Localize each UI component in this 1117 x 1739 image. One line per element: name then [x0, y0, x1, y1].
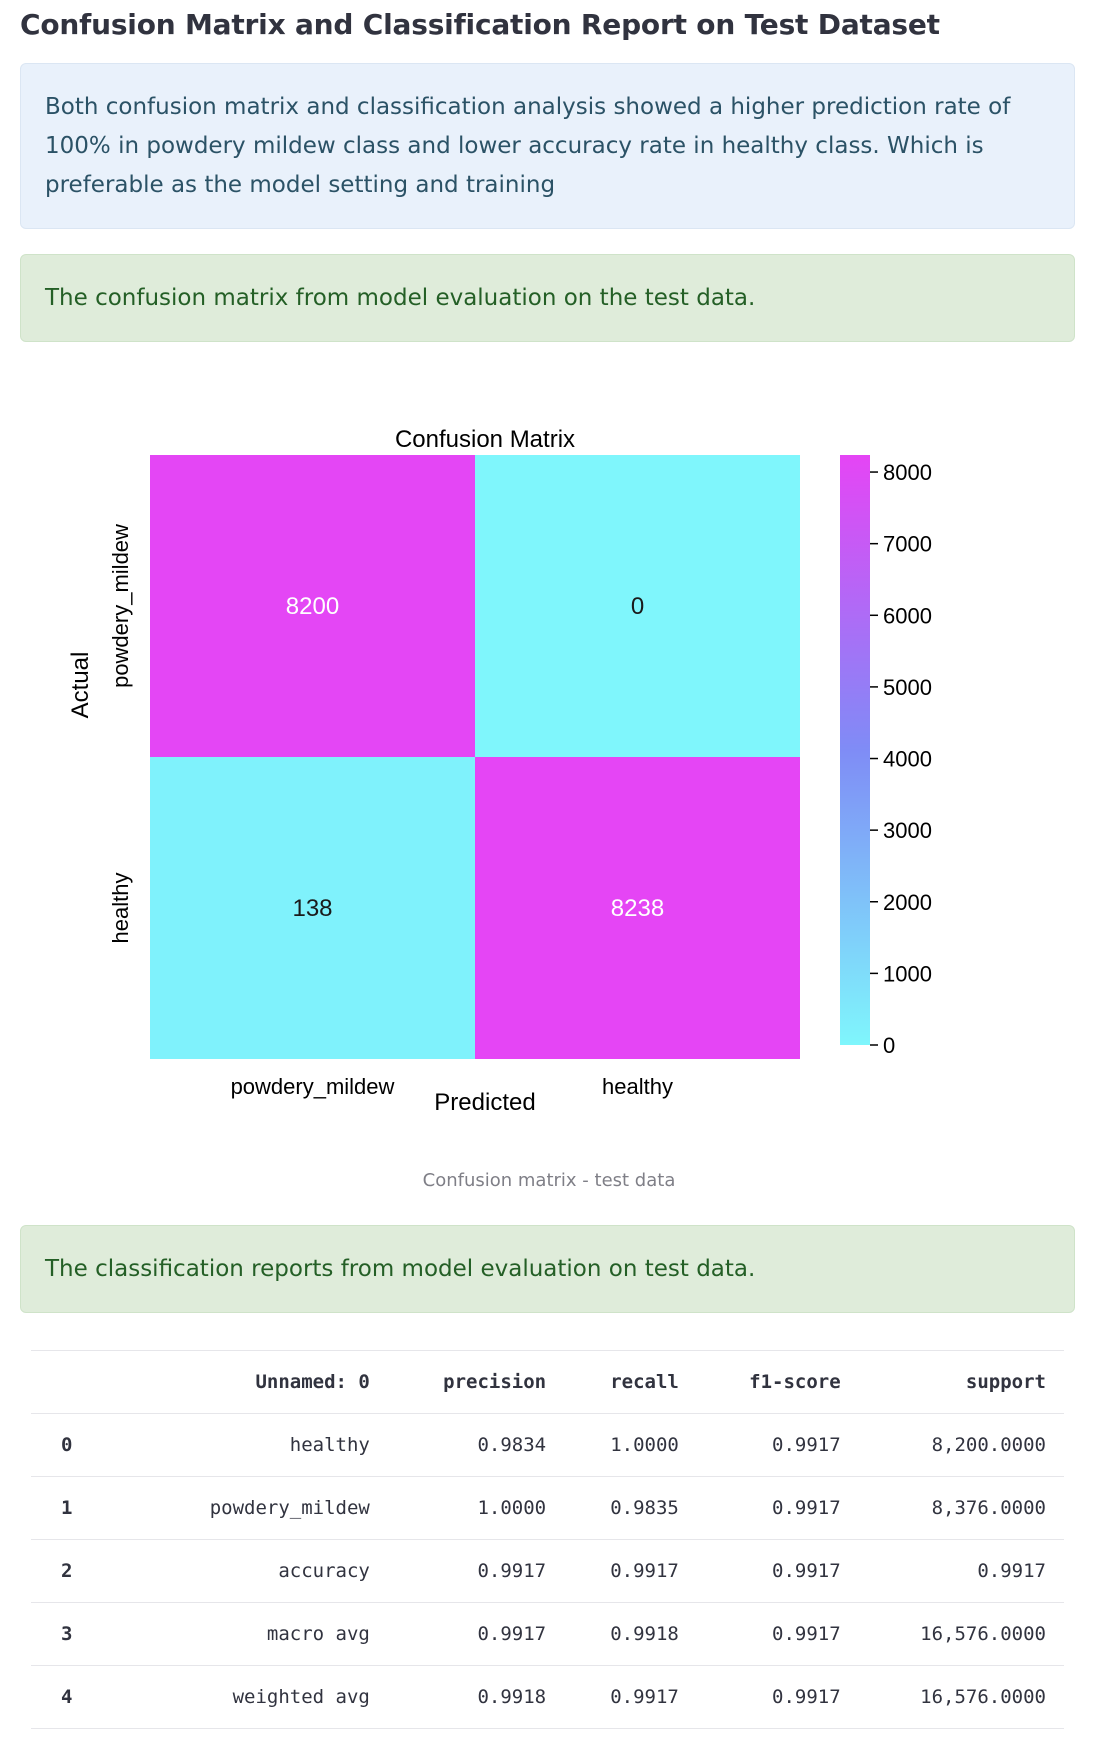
row-index: 2: [31, 1539, 139, 1603]
y-tick-label: powdery_mildew: [108, 524, 133, 688]
cell-value-label: 0: [631, 593, 644, 620]
colorbar-tick-label: 5000: [883, 675, 932, 700]
table-header-row: Unnamed: 0 precision recall f1-score sup…: [31, 1350, 1064, 1414]
table-cell: 0.9835: [564, 1476, 697, 1540]
colorbar-tick-label: 1000: [883, 961, 932, 986]
colorbar: [840, 455, 870, 1045]
table-cell: 16,576.0000: [858, 1602, 1064, 1666]
table-cell: 16,576.0000: [858, 1665, 1064, 1729]
table-cell: 0.9917: [564, 1539, 697, 1603]
table-cell: 8,376.0000: [858, 1476, 1064, 1540]
table-cell: 1.0000: [387, 1476, 565, 1540]
heatmap-cells: 8200 0 138 8238: [150, 455, 800, 1059]
y-tick-label: healthy: [108, 873, 133, 944]
table-cell: 0.9917: [696, 1476, 859, 1540]
classification-report-table: Unnamed: 0 precision recall f1-score sup…: [31, 1350, 1064, 1729]
row-index: 3: [31, 1602, 139, 1666]
row-index: 4: [31, 1665, 139, 1729]
table-row: 0 healthy 0.9834 1.0000 0.9917 8,200.000…: [31, 1413, 1064, 1477]
column-header: f1-score: [696, 1350, 859, 1414]
y-axis-label: Actual: [67, 652, 94, 719]
cell-value-label: 138: [292, 895, 332, 922]
table-cell: healthy: [139, 1413, 388, 1477]
table-cell: 0.9917: [387, 1539, 565, 1603]
table-row: 3 macro avg 0.9917 0.9918 0.9917 16,576.…: [31, 1602, 1064, 1666]
info-alert-text: Both confusion matrix and classification…: [45, 94, 1011, 198]
table-cell: 0.9917: [387, 1602, 565, 1666]
success-alert-report: The classification reports from model ev…: [20, 1225, 1075, 1313]
row-index: 1: [31, 1476, 139, 1540]
info-alert: Both confusion matrix and classification…: [20, 63, 1075, 229]
table-cell: 0.9834: [387, 1413, 565, 1477]
confusion-matrix-chart: 8200 0 138 8238 Confusion Matrix Predicted …: [50, 415, 970, 1155]
table-row: 4 weighted avg 0.9918 0.9917 0.9917 16,5…: [31, 1665, 1064, 1729]
table-cell: 0.9917: [858, 1539, 1064, 1603]
colorbar-tick-label: 7000: [883, 532, 932, 557]
table-cell: accuracy: [139, 1539, 388, 1603]
column-header: support: [858, 1350, 1064, 1414]
table-cell: 1.0000: [564, 1413, 697, 1477]
table-cell: 0.9917: [696, 1602, 859, 1666]
success-alert-text: The classification reports from model ev…: [45, 1255, 756, 1282]
colorbar-tick-label: 3000: [883, 818, 932, 843]
table-cell: powdery_mildew: [139, 1476, 388, 1540]
column-header: Unnamed: 0: [139, 1350, 388, 1414]
table-cell: 0.9917: [696, 1665, 859, 1729]
table-row: 2 accuracy 0.9917 0.9917 0.9917 0.9917: [31, 1539, 1064, 1603]
table-cell: 0.9917: [564, 1665, 697, 1729]
table-row: 1 powdery_mildew 1.0000 0.9835 0.9917 8,…: [31, 1476, 1064, 1540]
cell-value-label: 8200: [286, 593, 339, 620]
confusion-matrix-svg: 8200 0138 8238 Confusion Matrix Predicted …: [67, 426, 932, 1116]
colorbar-tick-label: 6000: [883, 603, 932, 628]
column-header: precision: [387, 1350, 565, 1414]
table-cell: 0.9917: [696, 1539, 859, 1603]
y-tick-labels: powdery_mildewhealthy: [108, 524, 133, 944]
table-cell: macro avg: [139, 1602, 388, 1666]
success-alert-text: The confusion matrix from model evaluati…: [45, 284, 756, 311]
colorbar-tick-label: 8000: [883, 460, 932, 485]
table-cell: weighted avg: [139, 1665, 388, 1729]
colorbar-tick-label: 4000: [883, 747, 932, 772]
colorbar-ticks: 0 1000 2000 3000 4000 5000 6000 7000 8000: [870, 460, 932, 1058]
chart-title: Confusion Matrix: [395, 426, 575, 453]
cell-value-label: 8238: [611, 895, 664, 922]
image-caption: Confusion matrix - test data: [422, 1170, 676, 1191]
table-cell: 0.9918: [564, 1602, 697, 1666]
column-header: recall: [564, 1350, 697, 1414]
success-alert-confusion: The confusion matrix from model evaluati…: [20, 254, 1075, 342]
table-cell: 8,200.0000: [858, 1413, 1064, 1477]
page-title: Confusion Matrix and Classification Repo…: [20, 8, 940, 41]
table-cell: 0.9918: [387, 1665, 565, 1729]
table-cell: 0.9917: [696, 1413, 859, 1477]
colorbar-tick-label: 2000: [883, 890, 932, 915]
x-axis-label: Predicted: [434, 1089, 535, 1116]
column-header: [31, 1350, 139, 1414]
x-tick-label: healthy: [602, 1074, 673, 1099]
page: Confusion Matrix and Classification Repo…: [0, 0, 1117, 1739]
row-index: 0: [31, 1413, 139, 1477]
x-tick-label: powdery_mildew: [231, 1074, 395, 1099]
colorbar-tick-label: 0: [883, 1033, 895, 1058]
